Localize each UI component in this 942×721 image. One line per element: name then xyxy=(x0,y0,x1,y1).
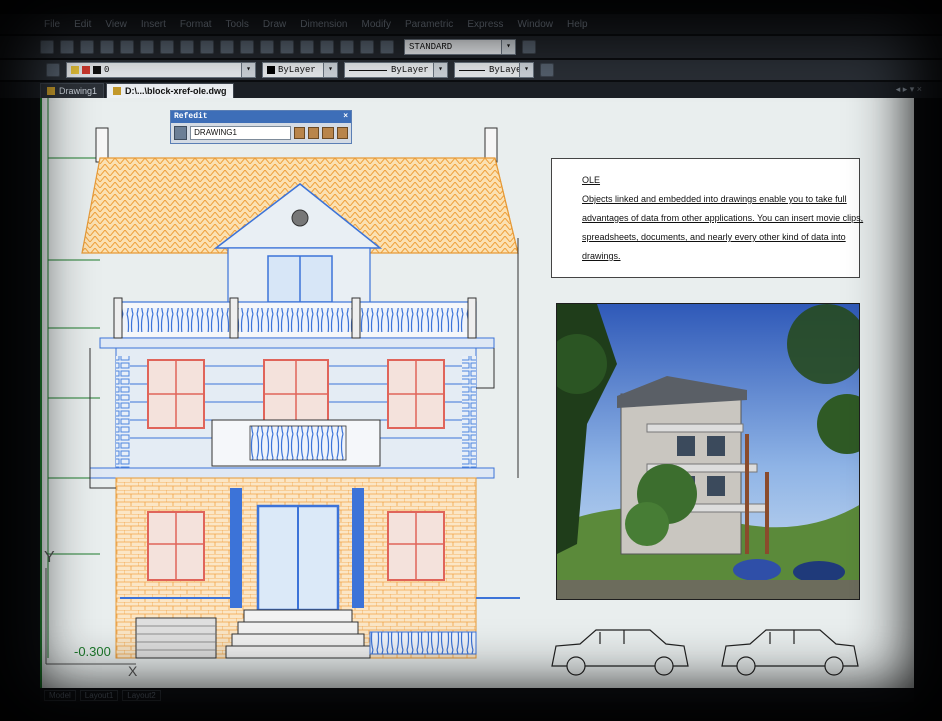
layer-manager-icon[interactable] xyxy=(46,63,60,77)
ucs-y-label: Y xyxy=(44,549,55,566)
linetype-select[interactable]: ByLayer ▾ xyxy=(344,62,448,78)
remove-from-workset-icon[interactable] xyxy=(308,127,320,139)
menu-window[interactable]: Window xyxy=(517,19,553,30)
paste-icon[interactable] xyxy=(160,40,174,54)
car-outline-2 xyxy=(721,629,859,676)
properties-icon[interactable] xyxy=(280,40,294,54)
house-photo-illustration xyxy=(557,304,859,599)
menu-edit[interactable]: Edit xyxy=(74,19,91,30)
menu-file[interactable]: File xyxy=(44,19,60,30)
menu-parametric[interactable]: Parametric xyxy=(405,19,453,30)
elevation-label: -0.300 xyxy=(74,644,111,659)
menu-view[interactable]: View xyxy=(105,19,127,30)
menu-dimension[interactable]: Dimension xyxy=(300,19,347,30)
standard-toolbar: STANDARD ▾ xyxy=(0,36,942,58)
menu-modify[interactable]: Modify xyxy=(362,19,391,30)
zoom-icon[interactable] xyxy=(240,40,254,54)
refedit-body: DRAWING1 xyxy=(171,123,351,143)
tab-drawing1[interactable]: Drawing1 xyxy=(40,83,105,98)
tab-controls[interactable]: ◂ ▸ ▾ × xyxy=(896,84,922,95)
text-style-value: STANDARD xyxy=(409,42,453,52)
zoom-window-icon[interactable] xyxy=(260,40,274,54)
chevron-down-icon: ▾ xyxy=(433,63,447,77)
plot-style-icon[interactable] xyxy=(540,63,554,77)
ucs-x-label: X xyxy=(128,663,138,679)
ole-line-4: drawings. xyxy=(582,251,621,261)
refedit-toolbar: Refedit × DRAWING1 xyxy=(170,110,352,144)
redo-icon[interactable] xyxy=(200,40,214,54)
menu-insert[interactable]: Insert xyxy=(141,19,166,30)
house-rendering-image[interactable] xyxy=(556,303,860,600)
save-back-icon[interactable] xyxy=(336,127,349,139)
calculator-icon[interactable] xyxy=(340,40,354,54)
car-outline-1 xyxy=(551,629,689,676)
lightbulb-icon xyxy=(71,66,79,74)
menu-tools[interactable]: Tools xyxy=(226,19,249,30)
discard-changes-icon[interactable] xyxy=(322,127,334,139)
lineweight-preview-icon xyxy=(459,69,485,71)
menu-express[interactable]: Express xyxy=(467,19,503,30)
drawing-file-icon xyxy=(113,87,122,95)
layers-toolbar: 0 ▾ ByLayer ▾ ByLayer ▾ ByLayer ▾ xyxy=(0,60,942,80)
new-icon[interactable] xyxy=(40,40,54,54)
tab-label: Drawing1 xyxy=(59,86,98,96)
cut-icon[interactable] xyxy=(120,40,134,54)
grid-markers xyxy=(47,98,100,658)
menu-draw[interactable]: Draw xyxy=(263,19,286,30)
layout-tabs: Model Layout1 Layout2 xyxy=(40,688,914,702)
lineweight-select[interactable]: ByLayer ▾ xyxy=(454,62,534,78)
pan-icon[interactable] xyxy=(220,40,234,54)
refedit-title-label: Refedit xyxy=(174,112,208,121)
reference-name-field[interactable]: DRAWING1 xyxy=(190,126,291,140)
text-style-select[interactable]: STANDARD ▾ xyxy=(404,39,516,55)
ole-line-2: advantages of data from other applicatio… xyxy=(582,213,864,223)
table-style-icon[interactable] xyxy=(522,40,536,54)
color-swatch-icon xyxy=(267,66,275,74)
drawing-file-icon xyxy=(47,87,55,95)
help-icon[interactable] xyxy=(360,40,374,54)
add-to-workset-icon[interactable] xyxy=(293,127,306,139)
chevron-down-icon: ▾ xyxy=(241,63,255,77)
ole-line-3: spreadsheets, documents, and nearly ever… xyxy=(582,232,846,242)
color-value: ByLayer xyxy=(278,65,316,75)
ole-text-object[interactable]: OLE Objects linked and embedded into dra… xyxy=(551,158,864,278)
open-icon[interactable] xyxy=(60,40,74,54)
refedit-title: Refedit × xyxy=(171,111,351,123)
menu-bar: File Edit View Insert Format Tools Draw … xyxy=(0,14,942,34)
save-icon[interactable] xyxy=(80,40,94,54)
print-icon[interactable] xyxy=(100,40,114,54)
design-center-icon[interactable] xyxy=(300,40,314,54)
tool-palette-icon[interactable] xyxy=(320,40,334,54)
document-tabs: Drawing1 D:\...\block-xref-ole.dwg ◂ ▸ ▾… xyxy=(0,82,942,98)
undo-icon[interactable] xyxy=(180,40,194,54)
menu-help[interactable]: Help xyxy=(567,19,588,30)
ole-heading: OLE xyxy=(582,175,601,185)
menu-format[interactable]: Format xyxy=(180,19,212,30)
grid-axis-line xyxy=(40,98,42,688)
layer-color-icon xyxy=(93,66,101,74)
chevron-down-icon: ▾ xyxy=(323,63,337,77)
edit-reference-icon[interactable] xyxy=(174,126,188,140)
ole-line-1: Objects linked and embedded into drawing… xyxy=(582,194,847,204)
layer-value: 0 xyxy=(104,65,110,75)
cad-application: File Edit View Insert Format Tools Draw … xyxy=(0,0,942,721)
dimension-style-icon[interactable] xyxy=(380,40,394,54)
tab-block-xref-ole[interactable]: D:\...\block-xref-ole.dwg xyxy=(106,83,234,98)
copy-icon[interactable] xyxy=(140,40,154,54)
layer-select[interactable]: 0 ▾ xyxy=(66,62,256,78)
tab-label: D:\...\block-xref-ole.dwg xyxy=(125,86,227,96)
tab-layout2[interactable]: Layout2 xyxy=(122,689,161,701)
chevron-down-icon: ▾ xyxy=(519,63,533,77)
linetype-preview-icon xyxy=(349,69,387,71)
color-select[interactable]: ByLayer ▾ xyxy=(262,62,338,78)
close-icon[interactable]: × xyxy=(343,111,348,123)
tab-model[interactable]: Model xyxy=(44,689,76,701)
freeze-icon xyxy=(82,66,90,74)
chevron-down-icon: ▾ xyxy=(501,40,515,54)
linetype-value: ByLayer xyxy=(391,65,429,75)
tab-layout1[interactable]: Layout1 xyxy=(79,689,119,701)
